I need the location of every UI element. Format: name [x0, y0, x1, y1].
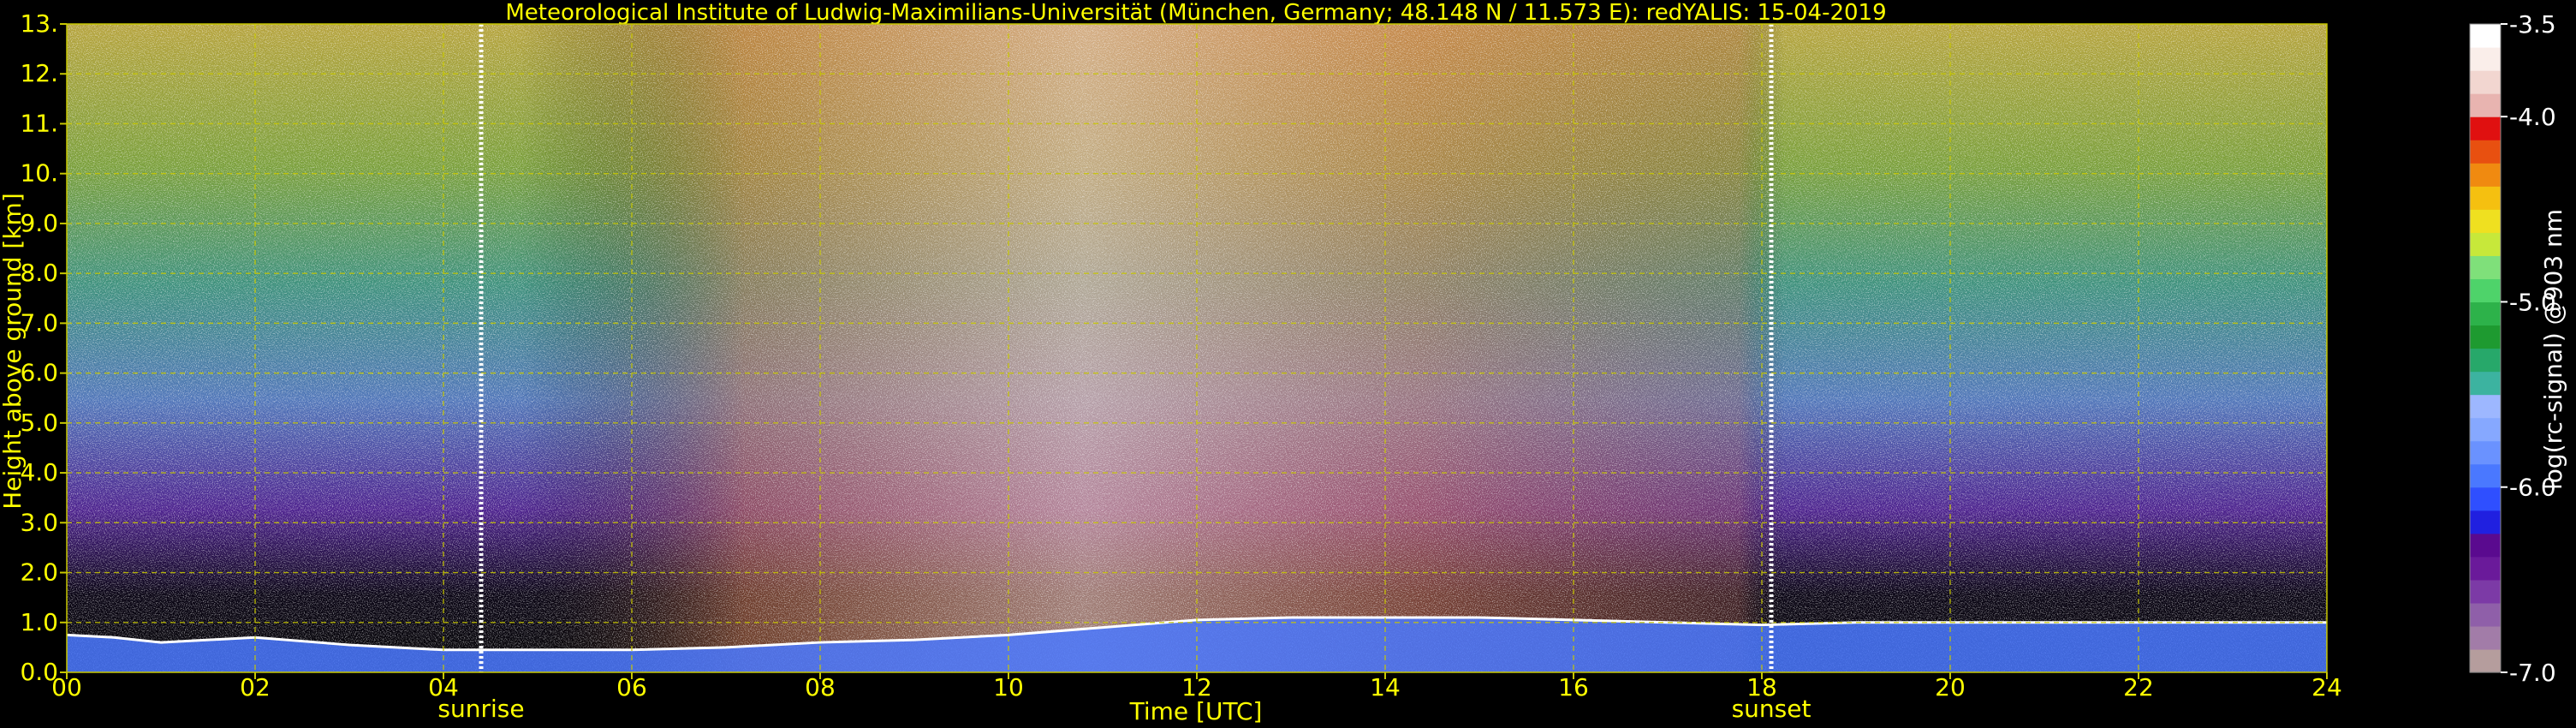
y-tick-label: 10. — [20, 159, 58, 188]
colorbar-swatch — [2470, 186, 2501, 210]
colorbar-swatch — [2470, 301, 2501, 326]
x-tick-label: 02 — [240, 673, 271, 701]
colorbar-swatch — [2470, 325, 2501, 349]
colorbar-swatch — [2470, 93, 2501, 117]
colorbar-swatch — [2470, 116, 2501, 140]
colorbar-swatch — [2470, 163, 2501, 187]
colorbar-tick-label: -3.5 — [2509, 10, 2556, 39]
x-tick-label: 10 — [993, 673, 1024, 701]
y-tick-label: 0.0 — [20, 658, 58, 686]
colorbar-swatch — [2470, 533, 2501, 558]
x-axis-label: Time [UTC] — [1129, 697, 1263, 725]
colorbar-swatch — [2470, 70, 2501, 94]
x-tick-label: 08 — [805, 673, 836, 701]
colorbar-swatch — [2470, 463, 2501, 488]
colorbar-swatch — [2470, 648, 2501, 673]
y-tick-label: 2.0 — [20, 558, 58, 587]
x-tick-label: 14 — [1370, 673, 1401, 701]
colorbar-swatch — [2470, 556, 2501, 581]
colorbar-swatch — [2470, 486, 2501, 511]
colorbar-swatch — [2470, 579, 2501, 604]
x-tick-label: 24 — [2311, 673, 2342, 701]
colorbar-swatch — [2470, 348, 2501, 373]
colorbar-swatch — [2470, 24, 2501, 48]
colorbar-swatch — [2470, 510, 2501, 534]
y-axis-ticks: 0.01.02.03.04.05.06.07.08.09.010.11.12.1… — [20, 9, 67, 686]
chart-title: Meteorological Institute of Ludwig-Maxim… — [505, 0, 1886, 26]
ceilometer-chart: Meteorological Institute of Ludwig-Maxim… — [0, 0, 2567, 725]
colorbar-swatch — [2470, 278, 2501, 303]
x-tick-label: 06 — [616, 673, 647, 701]
y-tick-label: 3.0 — [20, 508, 58, 536]
y-axis-label: Height above ground [km] — [0, 193, 27, 510]
colorbar-swatch — [2470, 209, 2501, 233]
y-tick-label: 13. — [20, 9, 58, 38]
colorbar-swatch — [2470, 47, 2501, 71]
colorbar-swatch — [2470, 394, 2501, 419]
colorbar-swatch — [2470, 255, 2501, 279]
colorbar-tick-label: -4.0 — [2509, 103, 2556, 131]
colorbar-swatch — [2470, 232, 2501, 256]
event-label-sunrise: sunrise — [437, 695, 524, 723]
colorbar-label: log(rc-signal) @903 nm — [2539, 209, 2567, 490]
colorbar-swatch — [2470, 371, 2501, 396]
colorbar-swatch — [2470, 602, 2501, 627]
colorbar-tick-label: -7.0 — [2509, 659, 2556, 687]
event-label-sunset: sunset — [1732, 695, 1812, 723]
colorbar-swatch — [2470, 417, 2501, 442]
colorbar-swatch — [2470, 625, 2501, 650]
colorbar-swatch — [2470, 140, 2501, 164]
y-tick-label: 12. — [20, 59, 58, 87]
x-tick-label: 16 — [1558, 673, 1589, 701]
colorbar-swatch — [2470, 440, 2501, 465]
x-tick-label: 20 — [1935, 673, 1966, 701]
plot-area — [66, 23, 2328, 673]
y-tick-label: 11. — [20, 109, 58, 137]
y-tick-label: 1.0 — [20, 608, 58, 636]
x-tick-label: 22 — [2123, 673, 2154, 701]
